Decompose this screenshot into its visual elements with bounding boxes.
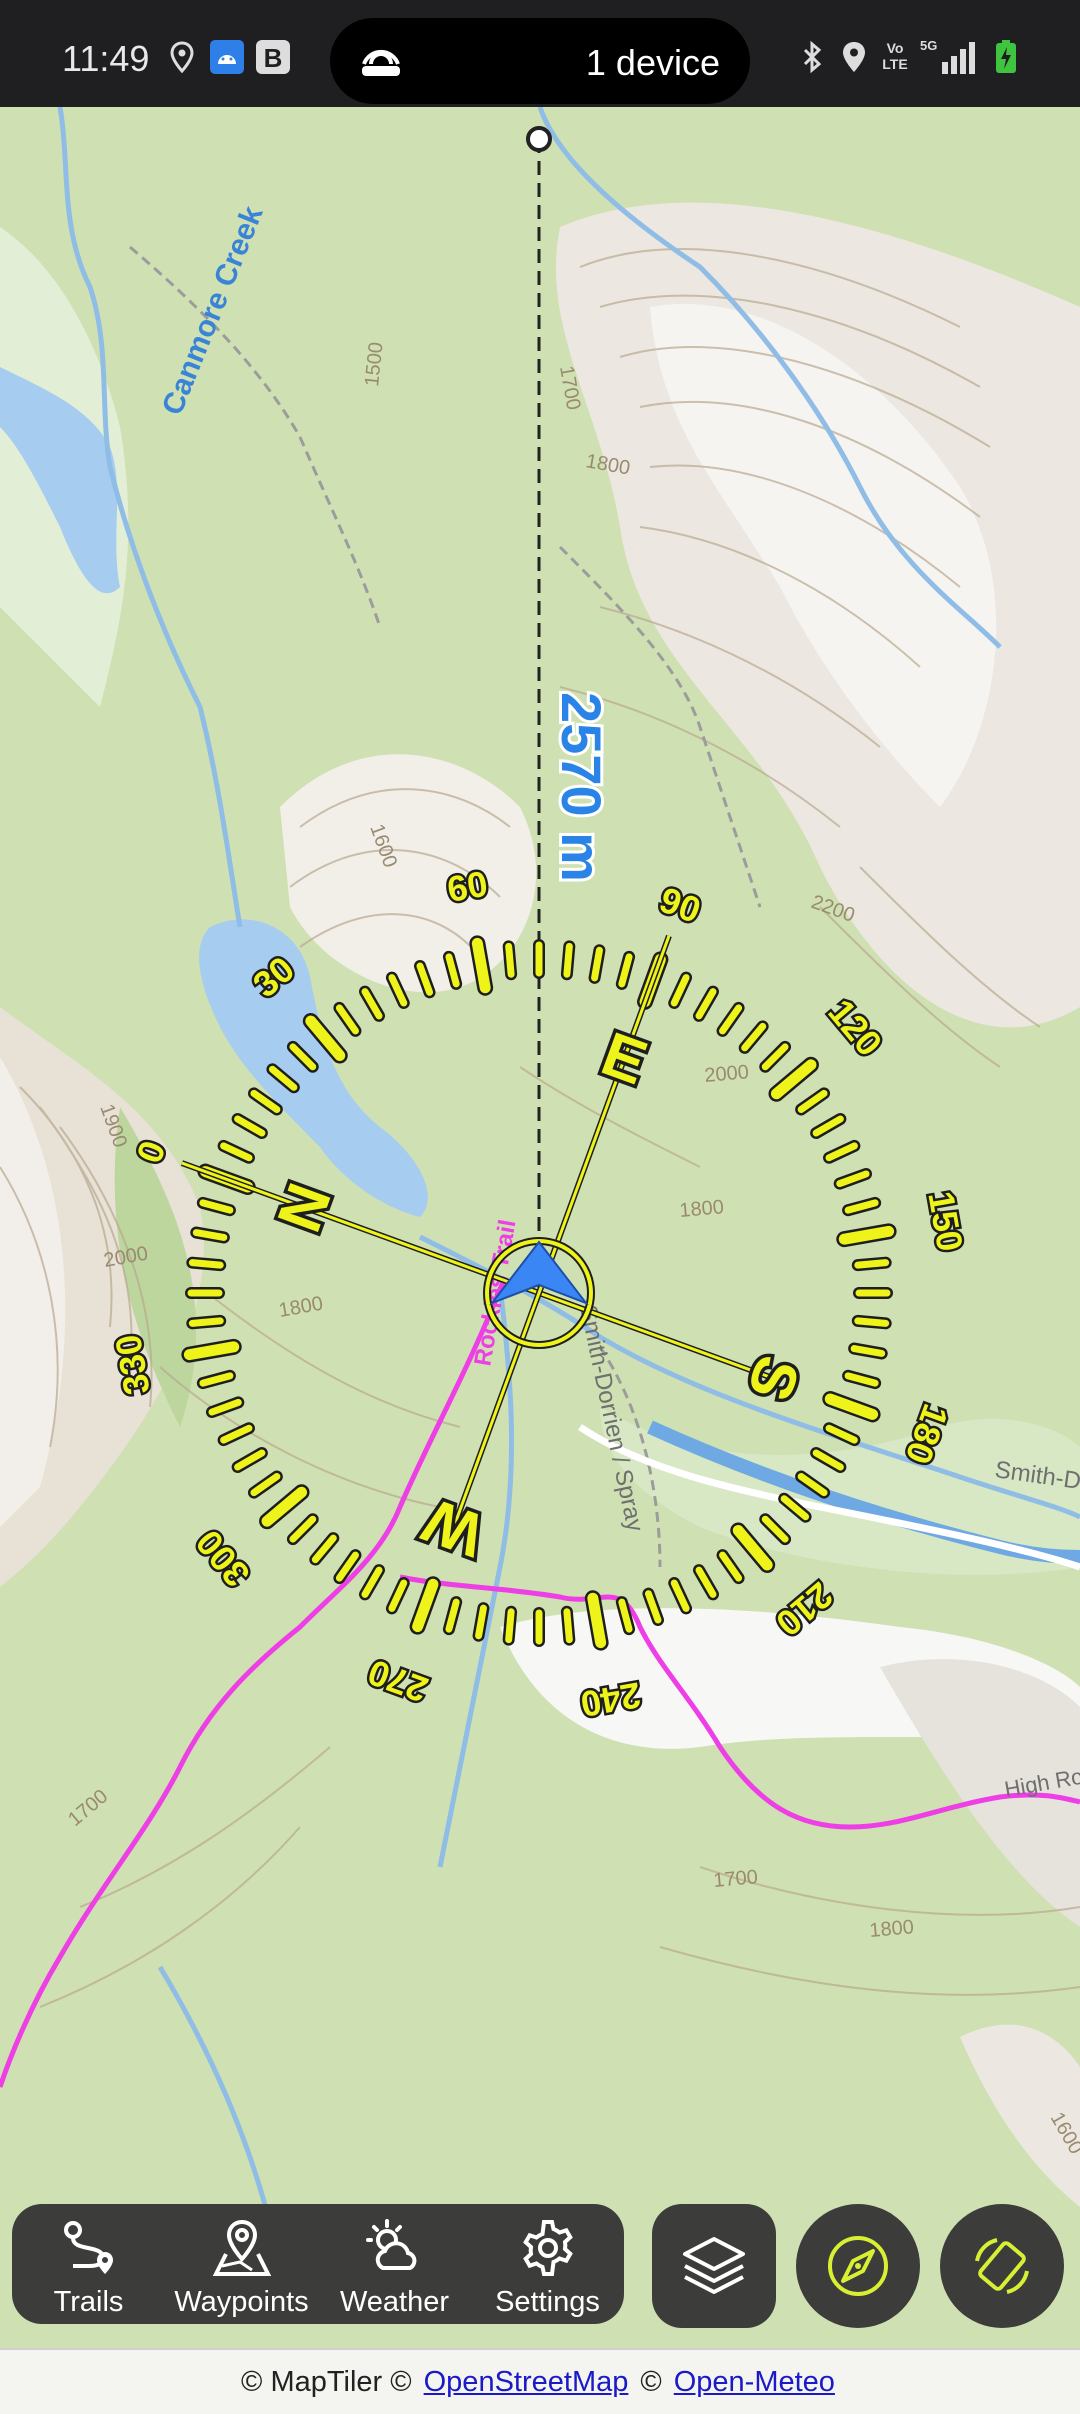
trails-icon (63, 2221, 113, 2274)
rotate-map-button[interactable] (940, 2204, 1064, 2328)
distance-label: 2570 m (550, 692, 613, 882)
compass-tick (505, 942, 515, 978)
svg-text:B: B (264, 43, 283, 73)
map-attribution: © MapTiler © OpenStreetMap © Open-Meteo (0, 2348, 1080, 2414)
compass-tick (850, 1345, 886, 1357)
compass-tick (471, 937, 491, 994)
status-time: 11:49 (62, 38, 150, 79)
waypoints-icon (212, 2219, 271, 2276)
compass-tick (563, 942, 573, 978)
nav-trails[interactable]: Trails (12, 2204, 165, 2324)
contour-label: 1800 (869, 1916, 915, 1942)
layers-icon (683, 2237, 745, 2294)
device-pill[interactable]: 1 device (330, 18, 750, 104)
compass-tick (183, 1341, 240, 1361)
map-view[interactable]: Canmore Creek Rockies Trail Smith-Dorrie… (0, 107, 1080, 2342)
nav-waypoints-label: Waypoints (174, 2286, 309, 2318)
hotspot-icon (362, 49, 400, 76)
battery-charging-icon (996, 40, 1016, 73)
compass-degree-label: 60 (444, 863, 491, 910)
bottom-nav: Trails Waypoints Weather Settings (12, 2204, 624, 2324)
contour-label: 2000 (704, 1061, 750, 1087)
contour-label: 1700 (713, 1866, 759, 1892)
nav-waypoints[interactable]: Waypoints (165, 2204, 318, 2324)
compass-tick (854, 1317, 890, 1327)
compass-icon (828, 2236, 888, 2296)
compass-tick (475, 1604, 487, 1640)
contour-label: 1800 (679, 1196, 725, 1222)
map-canvas[interactable]: Canmore Creek Rockies Trail Smith-Dorrie… (0, 107, 1080, 2342)
compass-tick (587, 1592, 607, 1649)
android-icon (210, 40, 244, 74)
b-icon: B (256, 40, 290, 74)
maptiler-credit: © MapTiler © (241, 2365, 412, 2398)
signal-5g-icon: 5G (920, 38, 984, 76)
compass-tick (591, 946, 603, 982)
compass-tick (854, 1259, 890, 1269)
bluetooth-icon (803, 40, 822, 74)
status-bar: 11:49 B 1 device Vo LTE 5G (0, 0, 1080, 107)
nav-weather-label: Weather (339, 2286, 450, 2318)
compass-tick (188, 1317, 224, 1327)
nav-settings[interactable]: Settings (471, 2204, 624, 2324)
rotate-map-icon (975, 2238, 1029, 2294)
compass-tick (188, 1259, 224, 1269)
compass-tick (838, 1225, 895, 1245)
volte-icon: Vo LTE (882, 40, 908, 72)
nav-settings-label: Settings (495, 2286, 600, 2318)
contour-label: 1500 (361, 341, 388, 388)
open-meteo-link[interactable]: Open-Meteo (674, 2366, 835, 2399)
compass-tick (192, 1229, 228, 1241)
compass-button[interactable] (796, 2204, 920, 2328)
nav-trails-label: Trails (53, 2286, 124, 2318)
compass-tick (563, 1608, 573, 1644)
device-count: 1 device (585, 42, 720, 83)
openstreetmap-link[interactable]: OpenStreetMap (424, 2366, 629, 2399)
weather-icon (365, 2219, 416, 2270)
measure-endpoint[interactable] (526, 126, 552, 152)
gear-icon (522, 2220, 573, 2276)
layers-button[interactable] (652, 2204, 776, 2328)
compass-tick (505, 1608, 515, 1644)
location-icon (170, 41, 194, 74)
nav-weather[interactable]: Weather (318, 2204, 471, 2324)
location-pin-icon (843, 42, 865, 72)
attribution-separator: © (640, 2365, 662, 2398)
